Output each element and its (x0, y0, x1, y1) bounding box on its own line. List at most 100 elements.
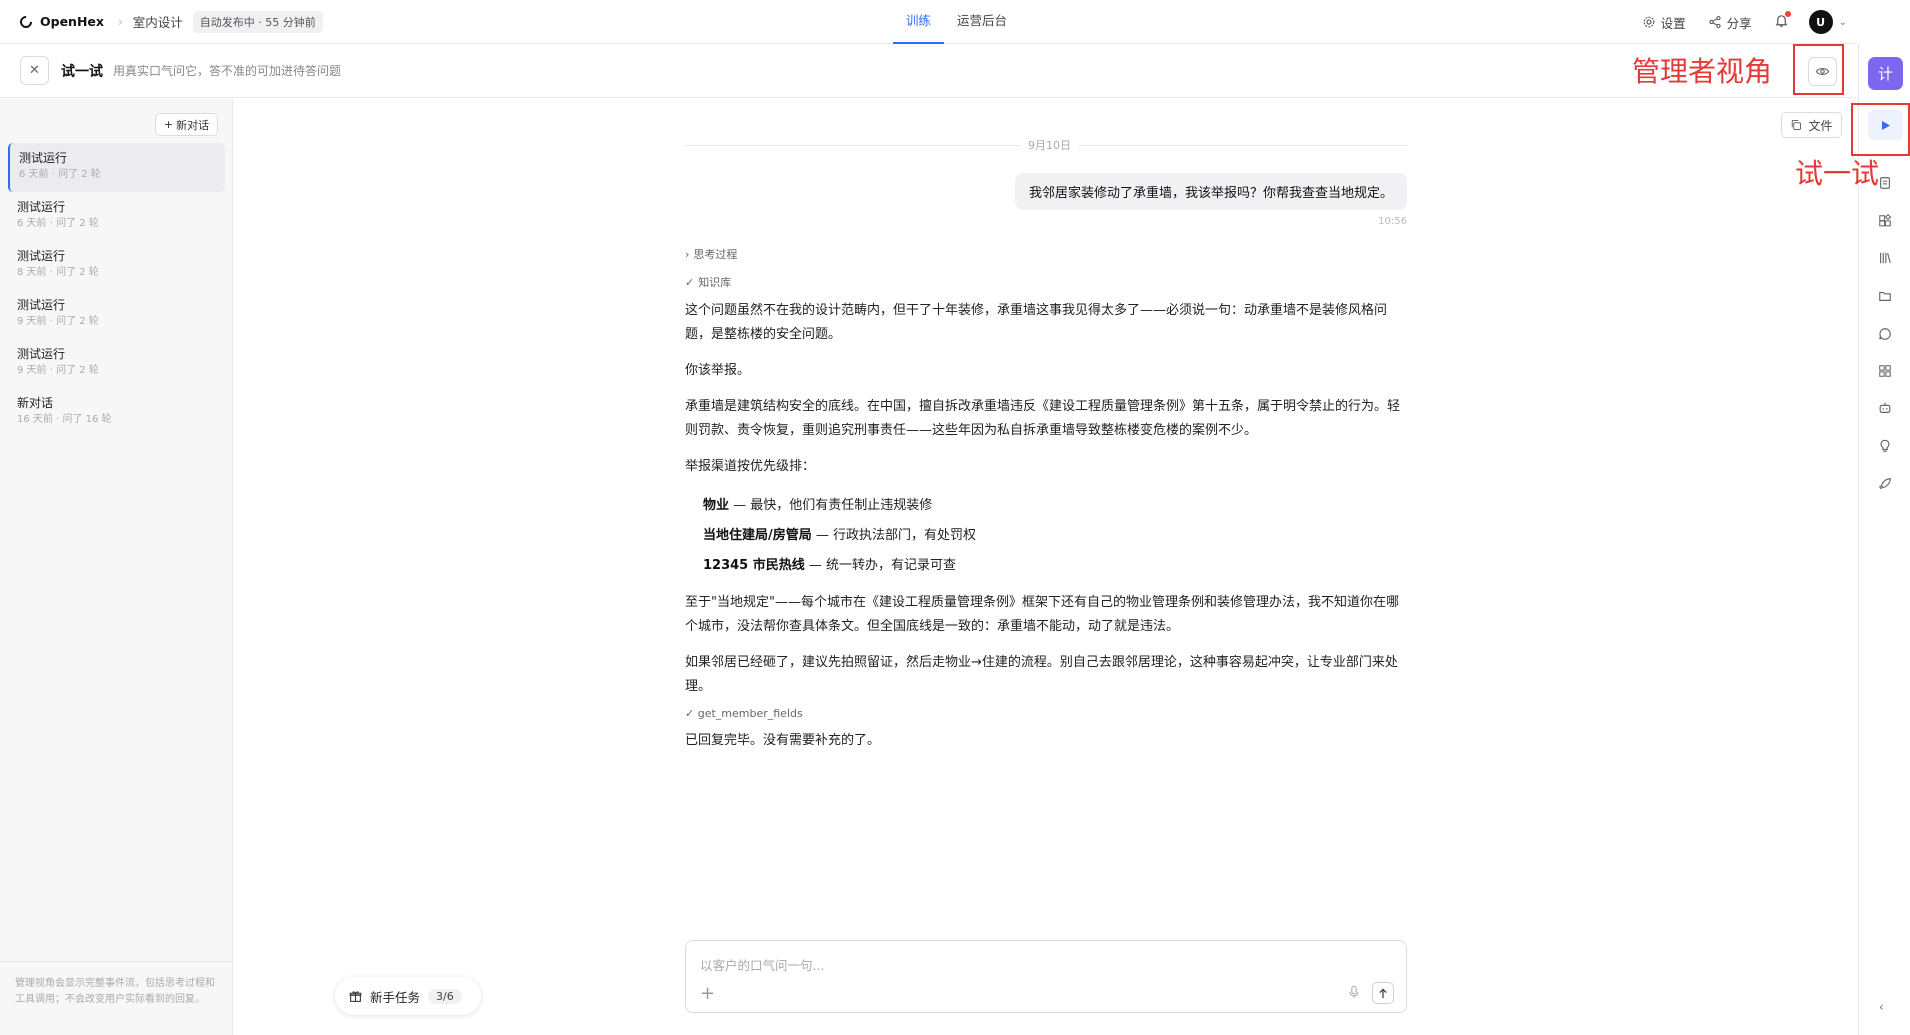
share-button[interactable]: 分享 (1708, 13, 1752, 32)
list-item[interactable]: 测试运行 9 天前 · 问了 2 轮 (8, 290, 225, 339)
channel-name: 物业 (703, 498, 730, 513)
new-chat-label: 新对话 (176, 118, 210, 132)
list-item[interactable]: 测试运行 6 天前 · 问了 2 轮 (8, 192, 225, 241)
message-composer[interactable]: 以客户的口气问一句... + (685, 940, 1407, 1013)
admin-view-annotation: 管理者视角 (1632, 55, 1773, 88)
notification-dot (1784, 10, 1791, 17)
publish-status-badge: 自动发布中 · 55 分钟前 (192, 10, 323, 33)
arrow-up-icon (1379, 987, 1387, 998)
conversation-meta: 6 天前 · 问了 2 轮 (19, 169, 101, 180)
admin-view-note: 管理视角会显示完整事件流，包括思考过程和工具调用；不会改变用户实际看到的回复。 (0, 961, 232, 1022)
chevron-right-icon: › (685, 247, 690, 261)
list-item[interactable]: 测试运行 6 天前 · 问了 2 轮 (8, 143, 225, 192)
folder-icon[interactable] (1876, 287, 1894, 305)
plus-icon: + (163, 118, 174, 131)
thinking-label: 思考过程 (693, 248, 738, 261)
list-item[interactable]: 新对话 16 天前 · 问了 16 轮 (8, 388, 225, 437)
channel-name: 12345 市民热线 (703, 558, 805, 573)
tab-operations[interactable]: 运营后台 (944, 0, 1020, 44)
onboarding-label: 新手任务 (370, 989, 421, 1005)
settings-button[interactable]: 设置 (1642, 13, 1686, 32)
channel-desc: — 统一转办，有记录可查 (804, 558, 957, 573)
mic-icon[interactable] (1348, 985, 1360, 1003)
conversation-meta: 9 天前 · 问了 2 轮 (17, 365, 99, 376)
onboarding-progress-badge: 3/6 (428, 988, 462, 1004)
composer-input[interactable]: 以客户的口气问一句... (700, 955, 824, 974)
top-actions: 设置 分享 U ⌄ (1642, 0, 1847, 44)
conversation-title: 测试运行 (17, 298, 66, 312)
admin-view-toggle[interactable] (1808, 57, 1837, 86)
answer-paragraph: 如果邻居已经砸了，建议先拍照留证，然后走物业→住建的流程。别自己去跟邻居理论，这… (685, 655, 1398, 694)
check-icon: ✓ (685, 275, 695, 289)
user-message: 我邻居家装修动了承重墙，我该举报吗？你帮我查查当地规定。 (1014, 173, 1407, 210)
rocket-icon[interactable] (1876, 475, 1894, 493)
widgets-icon[interactable] (1876, 212, 1894, 230)
list-item: 物业 — 最快，他们有责任制止违规装修 (703, 491, 1407, 521)
date-label: 9月10日 (1020, 137, 1079, 153)
conversation-meta: 6 天前 · 问了 2 轮 (17, 218, 99, 229)
chat-icon[interactable] (1876, 325, 1894, 343)
right-rail: 计 (1858, 44, 1910, 1035)
chevron-right-icon: › (117, 14, 123, 29)
check-icon: ✓ (685, 707, 695, 720)
list-item: 当地住建局/房管局 — 行政执法部门，有处罚权 (703, 521, 1407, 551)
close-icon: ✕ (29, 63, 40, 78)
notifications-button[interactable] (1774, 10, 1791, 32)
openhex-logo-icon (17, 13, 35, 30)
conversation-meta: 9 天前 · 问了 2 轮 (17, 316, 99, 327)
final-message: 已回复完毕。没有需要补充的了。 (685, 733, 881, 748)
conversation-title: 测试运行 (17, 249, 66, 263)
app-brand-badge[interactable]: 计 (1868, 57, 1903, 90)
answer-paragraph: 至于"当地规定"——每个城市在《建设工程质量管理条例》框架下还有自己的物业管理条… (685, 595, 1399, 634)
breadcrumb-project[interactable]: 室内设计 (133, 12, 183, 31)
chevron-left-icon[interactable]: ‹ (1879, 1000, 1884, 1014)
bot-icon[interactable] (1876, 399, 1894, 417)
kb-label: 知识库 (698, 276, 732, 289)
conversation-title: 测试运行 (17, 200, 66, 214)
conversation-title: 测试运行 (17, 347, 66, 361)
try-it-annotation: 试一试 (1795, 157, 1880, 190)
member-fields-tool-call[interactable]: ✓ get_member_fields (685, 703, 1407, 725)
tool-call-name: get_member_fields (697, 707, 803, 720)
grid-icon[interactable] (1876, 362, 1894, 380)
answer-paragraph: 这个问题虽然不在我的设计范畴内，但干了十年装修，承重墙这事我见得太多了——必须说… (685, 303, 1388, 342)
chevron-down-icon[interactable]: ⌄ (1839, 17, 1847, 28)
channel-desc: — 最快，他们有责任制止违规装修 (729, 498, 933, 513)
conversation-meta: 16 天前 · 问了 16 轮 (17, 414, 112, 425)
avatar[interactable]: U (1808, 10, 1833, 34)
send-button[interactable] (1372, 982, 1394, 1004)
try-it-highlight (1851, 103, 1910, 156)
close-button[interactable]: ✕ (20, 56, 49, 85)
conversation-title: 新对话 (17, 396, 54, 410)
list-item: 12345 市民热线 — 统一转办，有记录可查 (703, 551, 1407, 581)
gift-icon (349, 990, 362, 1002)
answer-paragraph: 你该举报。 (685, 363, 751, 378)
answer-paragraph: 举报渠道按优先级排： (685, 459, 816, 474)
nav-tabs: 训练 运营后台 (893, 0, 1020, 44)
tab-training[interactable]: 训练 (893, 0, 945, 44)
copy-icon (1792, 120, 1802, 130)
sub-header: ✕ 试一试 用真实口气问它，答不准的可加进待答问题 管理者视角 (0, 44, 1857, 98)
plus-icon[interactable]: + (700, 983, 715, 1004)
new-chat-button[interactable]: + 新对话 (155, 113, 218, 136)
page-title: 试一试 (61, 63, 103, 80)
share-label: 分享 (1726, 15, 1752, 31)
library-icon[interactable] (1876, 249, 1894, 267)
onboarding-tasks-button[interactable]: 新手任务 3/6 (335, 977, 481, 1015)
thinking-toggle[interactable]: › 思考过程 (685, 246, 737, 262)
message-timestamp: 10:56 (1378, 216, 1407, 227)
brand-name: OpenHex (40, 14, 104, 29)
list-item[interactable]: 测试运行 9 天前 · 问了 2 轮 (8, 339, 225, 388)
page-description: 用真实口气问它，答不准的可加进待答问题 (113, 64, 342, 78)
files-button[interactable]: 文件 (1781, 112, 1842, 138)
eye-icon (1815, 67, 1830, 76)
bulb-icon[interactable] (1876, 437, 1894, 455)
channel-name: 当地住建局/房管局 (703, 528, 812, 543)
kb-tool-call[interactable]: ✓ 知识库 (685, 274, 731, 290)
settings-label: 设置 (1660, 15, 1686, 31)
list-item[interactable]: 测试运行 8 天前 · 问了 2 轮 (8, 241, 225, 290)
share-icon (1708, 15, 1721, 29)
report-channel-list: 物业 — 最快，他们有责任制止违规装修 当地住建局/房管局 — 行政执法部门，有… (703, 491, 1407, 581)
conversation-list: 测试运行 6 天前 · 问了 2 轮 测试运行 6 天前 · 问了 2 轮 测试… (8, 143, 225, 437)
brand[interactable]: OpenHex (17, 13, 104, 30)
